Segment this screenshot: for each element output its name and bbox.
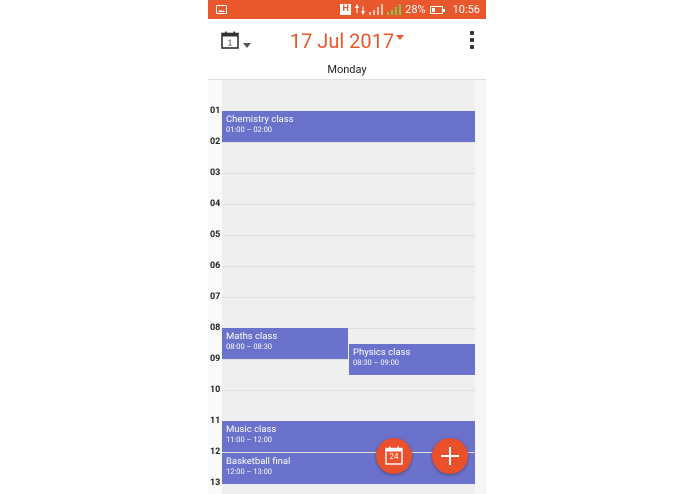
hour-label: 07: [210, 292, 221, 302]
hour-label: 06: [210, 261, 221, 271]
hour-label: 08: [210, 323, 221, 333]
event-time: 11:00 – 12:00: [226, 435, 272, 444]
hour-label: 03: [210, 168, 221, 178]
hour-label: 01: [210, 106, 221, 116]
hour-label: 05: [210, 230, 221, 240]
event-time: 01:00 – 02:00: [226, 125, 272, 134]
hour-label: 10: [210, 385, 221, 395]
hour-line: [222, 266, 475, 267]
go-to-today-button[interactable]: 24: [376, 438, 412, 474]
event-chemistry-class[interactable]: Chemistry class 01:00 – 02:00: [222, 111, 475, 142]
event-title: Music class: [226, 424, 277, 435]
status-icons: H 28% 10:56: [340, 0, 480, 19]
event-title: Chemistry class: [226, 114, 294, 125]
today-day-number: 24: [389, 452, 399, 461]
phone-screen: H 28% 10:56 1 17 Jul 2017 Monday 01 02 0…: [208, 0, 486, 494]
status-bar: H 28% 10:56: [208, 0, 486, 19]
gallery-notification-icon: [216, 5, 227, 14]
app-bar: 1 17 Jul 2017: [208, 19, 486, 63]
day-schedule-grid[interactable]: 01 02 03 04 05 06 07 08 09 10 11 12 13 C…: [208, 80, 486, 494]
status-time: 10:56: [452, 3, 480, 16]
hour-line: [222, 235, 475, 236]
event-time: 08:30 – 09:00: [353, 358, 399, 367]
event-physics-class[interactable]: Physics class 08:30 – 09:00: [349, 344, 475, 375]
day-header: Monday: [327, 63, 367, 76]
signal-icon-2: [387, 4, 402, 15]
event-title: Maths class: [226, 331, 278, 342]
grid-right-margin: [475, 80, 486, 494]
network-type-badge: H: [340, 4, 352, 15]
hour-line: [222, 173, 475, 174]
current-date: 17 Jul 2017: [289, 29, 395, 53]
hour-label: 04: [210, 199, 221, 209]
hour-line: [222, 204, 475, 205]
hour-line: [222, 142, 475, 143]
hour-label: 02: [210, 137, 221, 147]
hour-label: 09: [210, 354, 221, 364]
overflow-menu-icon[interactable]: [470, 31, 474, 49]
hour-label: 13: [210, 478, 221, 488]
add-event-button[interactable]: [432, 438, 468, 474]
hour-line: [222, 390, 475, 391]
event-time: 12:00 – 13:00: [226, 467, 272, 476]
data-transfer-icon: [355, 4, 366, 15]
event-title: Physics class: [353, 347, 411, 358]
signal-icon-1: [369, 4, 384, 15]
event-maths-class[interactable]: Maths class 08:00 – 08:30: [222, 328, 348, 359]
date-caret-icon: [396, 35, 405, 41]
battery-percent: 28%: [405, 3, 426, 16]
battery-icon: [429, 5, 445, 14]
hour-line: [222, 297, 475, 298]
date-picker[interactable]: 17 Jul 2017: [208, 29, 486, 53]
hour-label: 12: [210, 447, 221, 457]
hour-label: 11: [210, 416, 221, 426]
event-time: 08:00 – 08:30: [226, 342, 272, 351]
